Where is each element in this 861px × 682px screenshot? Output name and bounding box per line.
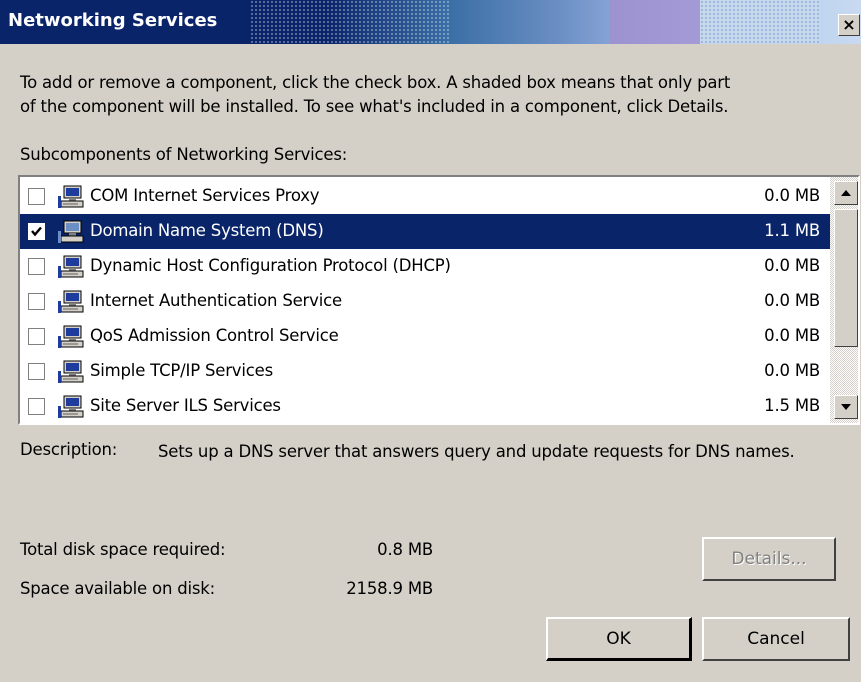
network-computer-icon: [58, 290, 84, 313]
component-size: 0.0 MB: [764, 326, 820, 345]
list-item-domain-name-system[interactable]: Domain Name System (DNS) 1.1 MB: [20, 214, 830, 249]
component-size: 0.0 MB: [764, 361, 820, 380]
component-size: 0.0 MB: [764, 256, 820, 275]
network-computer-icon: [58, 255, 84, 278]
component-checkbox[interactable]: [28, 363, 45, 380]
list-item-qos-admission-control[interactable]: QoS Admission Control Service 0.0 MB: [20, 319, 830, 354]
title-bar-pattern: [250, 0, 450, 44]
list-item-dhcp[interactable]: Dynamic Host Configuration Protocol (DHC…: [20, 249, 830, 284]
list-item-site-server-ils-services[interactable]: Site Server ILS Services 1.5 MB: [20, 389, 830, 423]
network-computer-icon: [58, 185, 84, 208]
component-checkbox[interactable]: [28, 398, 45, 415]
disk-available-value: 2158.9 MB: [346, 579, 433, 598]
subcomponents-label: Subcomponents of Networking Services:: [20, 145, 348, 164]
component-size: 0.0 MB: [764, 291, 820, 310]
network-computer-icon: [58, 395, 84, 418]
disk-required-value: 0.8 MB: [377, 540, 433, 559]
arrow-down-icon: [841, 404, 851, 410]
arrow-up-icon: [841, 190, 851, 196]
component-label: COM Internet Services Proxy: [90, 186, 320, 205]
component-checkbox[interactable]: [28, 328, 45, 345]
scroll-down-button[interactable]: [834, 395, 858, 419]
window-title: Networking Services: [8, 10, 218, 31]
network-computer-icon: [58, 360, 84, 383]
component-checkbox[interactable]: [28, 188, 45, 205]
component-label: Site Server ILS Services: [90, 396, 281, 415]
checkmark-icon: [31, 226, 42, 237]
component-label: Dynamic Host Configuration Protocol (DHC…: [90, 256, 451, 275]
list-item-internet-authentication-service[interactable]: Internet Authentication Service 0.0 MB: [20, 284, 830, 319]
ok-button[interactable]: OK: [546, 617, 692, 661]
list-item-com-internet-services-proxy[interactable]: COM Internet Services Proxy 0.0 MB: [20, 179, 830, 214]
scrollbar-thumb[interactable]: [834, 209, 858, 347]
component-size: 0.0 MB: [764, 186, 820, 205]
details-button[interactable]: Details...: [702, 537, 836, 581]
component-size: 1.5 MB: [764, 396, 820, 415]
component-checkbox[interactable]: [28, 258, 45, 275]
description-label: Description:: [20, 440, 118, 459]
network-computer-icon: [58, 220, 84, 243]
instructions-line-1: To add or remove a component, click the …: [20, 73, 731, 92]
network-computer-icon: [58, 325, 84, 348]
instructions-text: To add or remove a component, click the …: [20, 71, 860, 119]
list-item-simple-tcpip-services[interactable]: Simple TCP/IP Services 0.0 MB: [20, 354, 830, 389]
instructions-line-2: of the component will be installed. To s…: [20, 97, 729, 116]
component-checkbox-checked[interactable]: [28, 223, 45, 240]
disk-available-label: Space available on disk:: [20, 579, 216, 598]
title-bar[interactable]: Networking Services ×: [0, 0, 861, 44]
component-checkbox[interactable]: [28, 293, 45, 310]
title-bar-band: [610, 0, 700, 44]
vertical-scrollbar[interactable]: [830, 177, 858, 423]
description-text: Sets up a DNS server that answers query …: [158, 442, 795, 461]
component-label: QoS Admission Control Service: [90, 326, 339, 345]
title-bar-band-light: [700, 0, 820, 44]
scroll-up-button[interactable]: [834, 181, 858, 205]
close-button[interactable]: ×: [838, 14, 860, 36]
component-size: 1.1 MB: [764, 221, 820, 240]
close-icon: ×: [842, 15, 856, 34]
component-label: Simple TCP/IP Services: [90, 361, 273, 380]
cancel-button[interactable]: Cancel: [702, 617, 850, 661]
components-listbox[interactable]: COM Internet Services Proxy 0.0 MB Domai…: [18, 175, 860, 425]
disk-required-label: Total disk space required:: [20, 540, 226, 559]
component-label: Domain Name System (DNS): [90, 221, 324, 240]
component-label: Internet Authentication Service: [90, 291, 342, 310]
